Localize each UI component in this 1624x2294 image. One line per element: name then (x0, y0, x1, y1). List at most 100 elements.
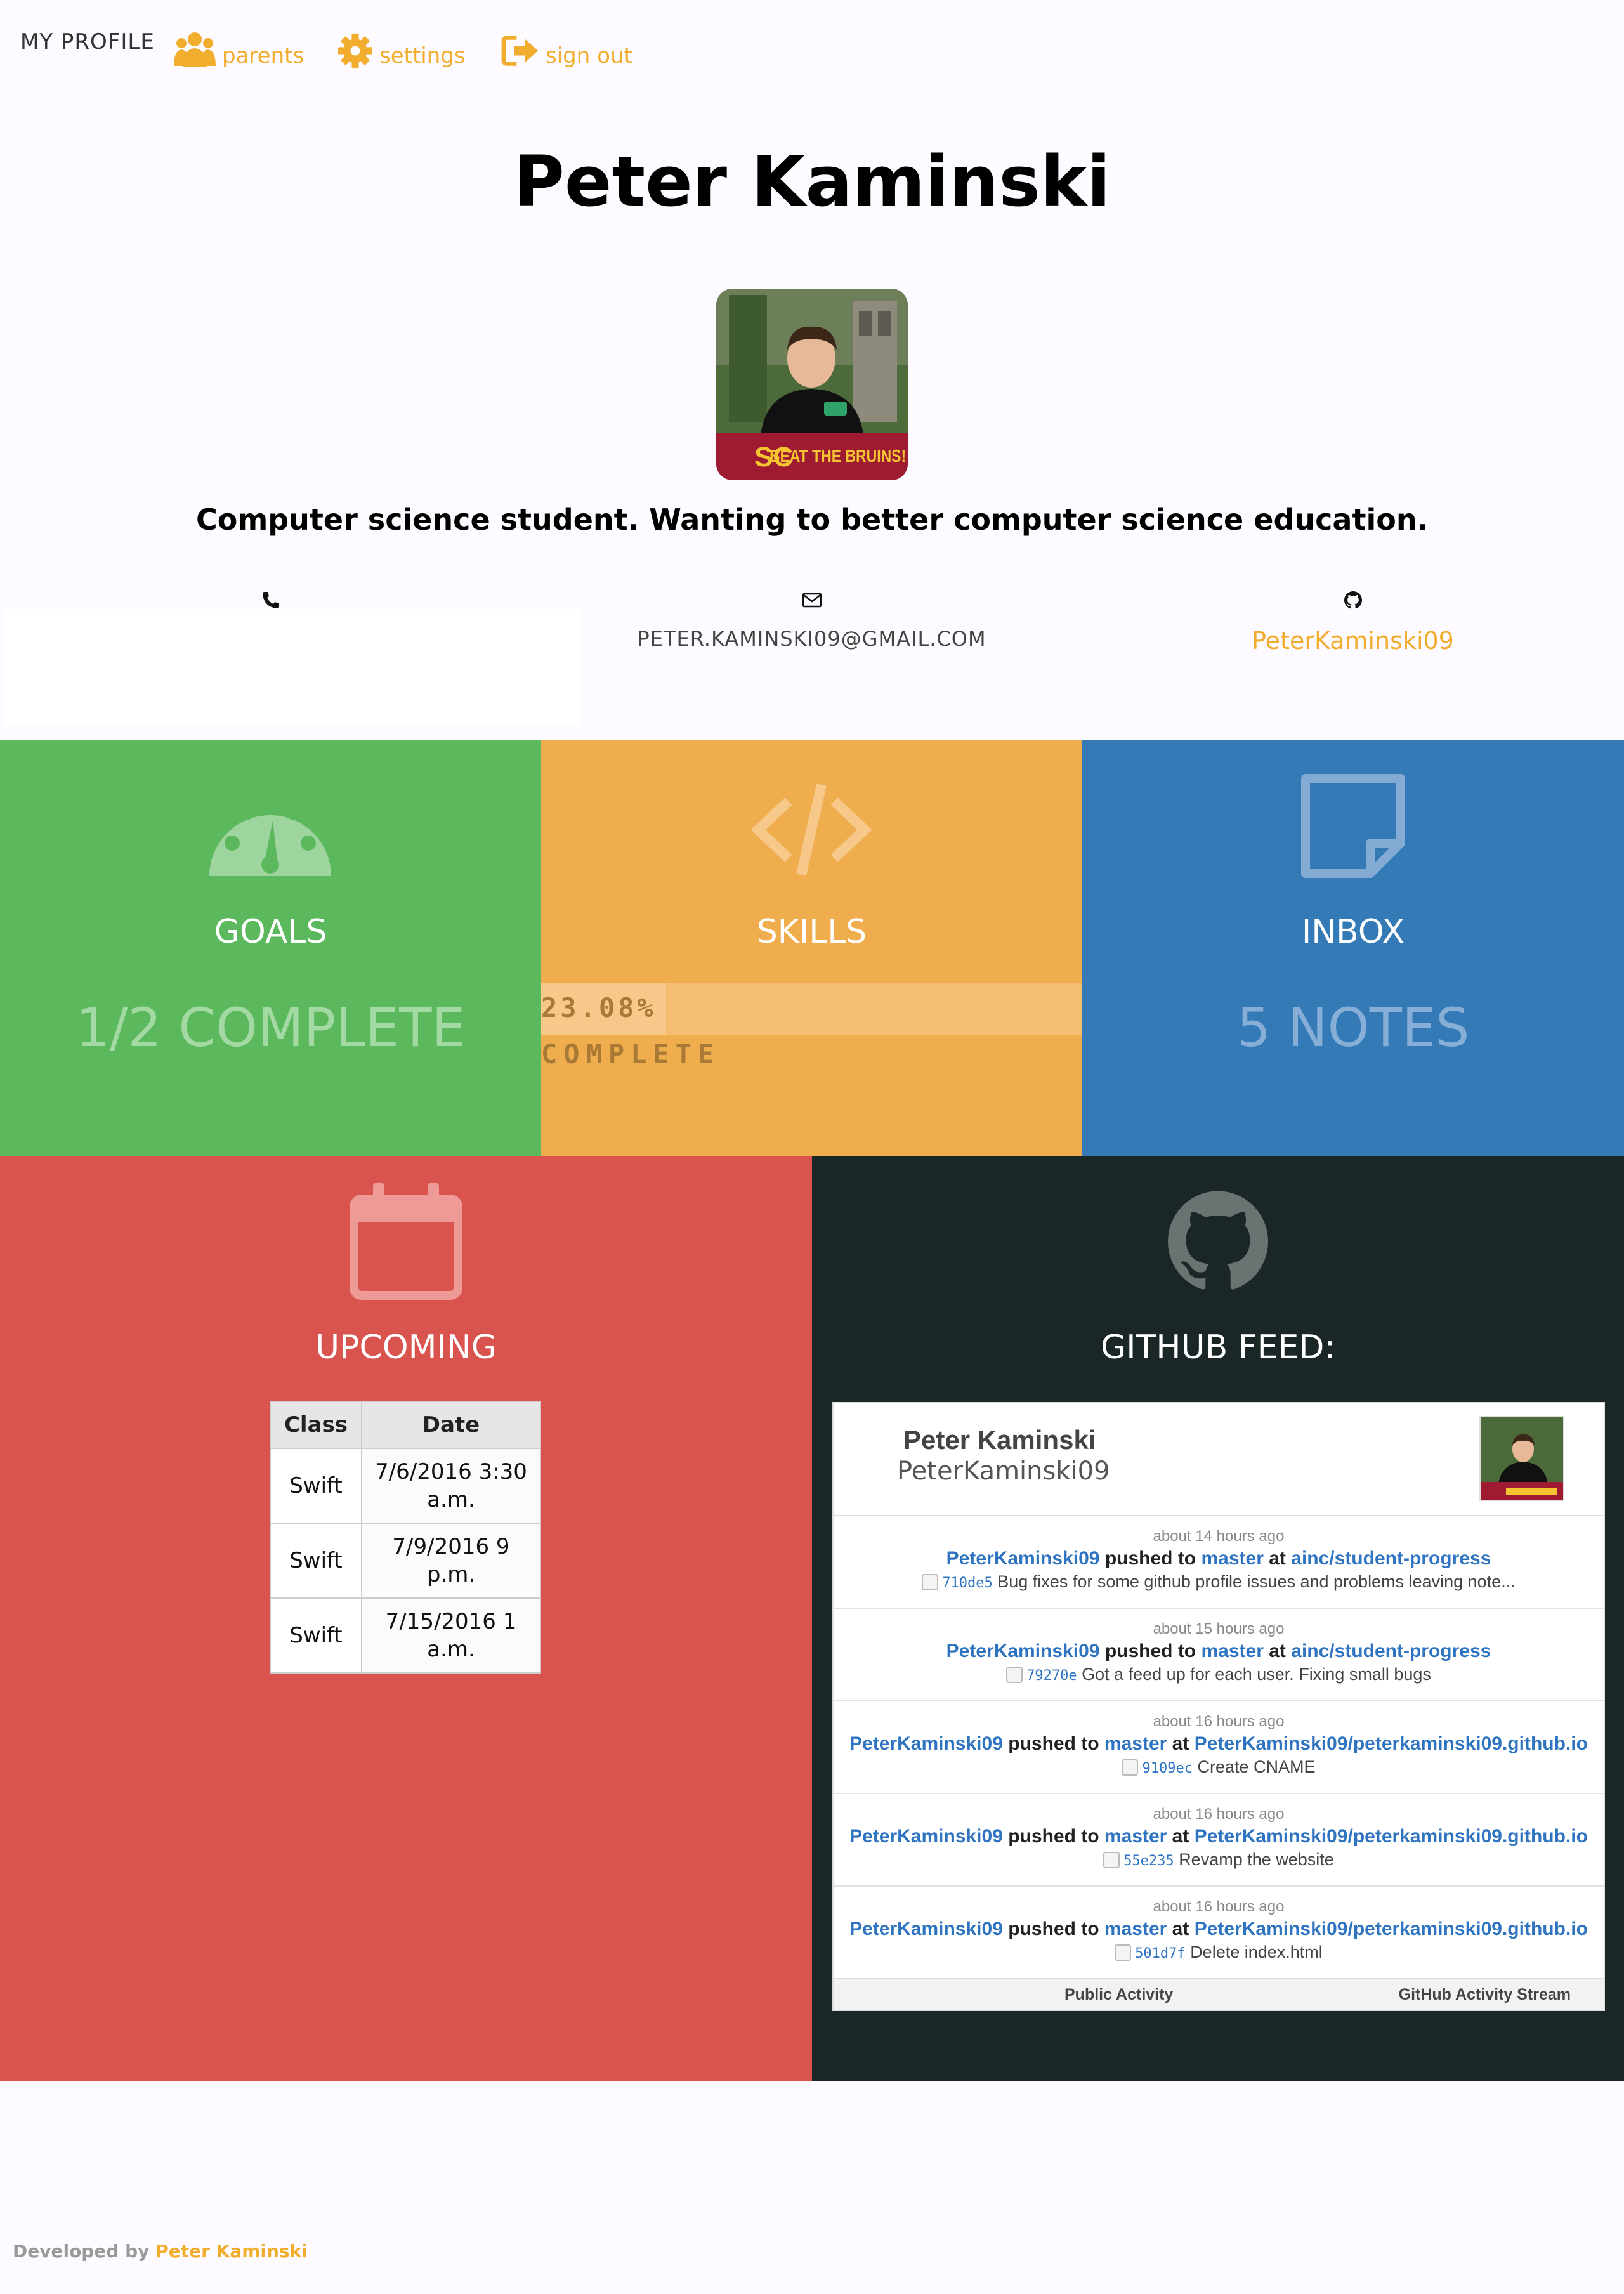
activity-commit: 9109ec Create CNAME (834, 1757, 1604, 1777)
row-class: Swift (270, 1448, 362, 1524)
activity-verb: pushed to (1104, 1641, 1196, 1662)
row-date: 7/6/2016 3:30 a.m. (361, 1448, 541, 1524)
activity-at: at (1172, 1826, 1189, 1847)
activity-user-link[interactable]: PeterKaminski09 (849, 1918, 1003, 1939)
activity-item: about 16 hours ago PeterKaminski09 pushe… (834, 1701, 1604, 1794)
contact-phone (0, 590, 541, 610)
contact-github: PeterKaminski09 (1082, 590, 1623, 655)
public-activity-link[interactable]: Public Activity (1064, 1986, 1173, 2004)
nav-signout-label: sign out (546, 43, 632, 69)
skills-progress-sub: COMPLETE (541, 1039, 721, 1070)
goals-stat: 1/2 COMPLETE (75, 997, 466, 1059)
activity-user-link[interactable]: PeterKaminski09 (946, 1548, 1100, 1569)
commit-sha-link[interactable]: 9109ec (1142, 1760, 1192, 1776)
widget-name[interactable]: Peter Kaminski (903, 1425, 1096, 1455)
phone-icon (262, 592, 279, 608)
activity-commit: 55e235 Revamp the website (834, 1850, 1604, 1870)
widget-footer: Public Activity GitHub Activity Stream (834, 1978, 1604, 2010)
activity-commit: 79270e Got a feed up for each user. Fixi… (834, 1665, 1604, 1684)
calendar-icon (350, 1183, 462, 1300)
commit-message: Bug fixes for some github profile issues… (997, 1572, 1516, 1591)
row-date: 7/15/2016 1 a.m. (361, 1597, 541, 1674)
activity-line: PeterKaminski09 pushed to master at ainc… (834, 1548, 1604, 1570)
github-activity-stream-link[interactable]: GitHub Activity Stream (1399, 1986, 1571, 2004)
sign-out-icon (501, 36, 538, 66)
envelope-icon (802, 593, 822, 608)
commit-avatar-icon (1115, 1944, 1132, 1961)
skills-title: SKILLS (756, 913, 867, 951)
activity-time: about 14 hours ago (1153, 1528, 1285, 1545)
activity-at: at (1269, 1548, 1286, 1569)
commit-message: Revamp the website (1179, 1850, 1334, 1869)
activity-line: PeterKaminski09 pushed to master at Pete… (834, 1733, 1604, 1755)
gear-icon (337, 33, 373, 69)
skills-tile[interactable]: SKILLS 23.08% COMPLETE (541, 740, 1082, 1156)
top-nav: MY PROFILE parents settings sign out (0, 0, 1624, 89)
activity-repo-link[interactable]: PeterKaminski09/peterkaminski09.github.i… (1195, 1826, 1588, 1847)
profile-name: Peter Kaminski (513, 141, 1111, 222)
activity-repo-link[interactable]: PeterKaminski09/peterkaminski09.github.i… (1195, 1918, 1588, 1939)
skills-progress-bar: 23.08% (541, 983, 1082, 1035)
commit-message: Delete index.html (1190, 1943, 1323, 1962)
upcoming-table: Class Date Swift 7/6/2016 3:30 a.m. Swif… (270, 1401, 541, 1674)
sticky-note-icon (1301, 774, 1405, 878)
inbox-tile[interactable]: INBOX 5 NOTES (1082, 740, 1624, 1156)
activity-user-link[interactable]: PeterKaminski09 (946, 1641, 1100, 1662)
nav-parents-label: parents (222, 43, 304, 69)
activity-at: at (1172, 1733, 1189, 1754)
activity-repo-link[interactable]: PeterKaminski09/peterkaminski09.github.i… (1195, 1733, 1588, 1754)
widget-header: Peter Kaminski PeterKaminski09 (834, 1403, 1604, 1516)
email-text[interactable]: PETER.KAMINSKI09@GMAIL.COM (541, 627, 1082, 651)
activity-branch-link[interactable]: master (1201, 1641, 1263, 1662)
code-icon (750, 783, 872, 876)
commit-sha-link[interactable]: 501d7f (1135, 1946, 1185, 1962)
activity-commit: 710de5 Bug fixes for some github profile… (834, 1572, 1604, 1592)
activity-branch-link[interactable]: master (1201, 1548, 1263, 1569)
commit-sha-link[interactable]: 710de5 (942, 1575, 992, 1591)
activity-time: about 15 hours ago (1153, 1620, 1285, 1637)
activity-line: PeterKaminski09 pushed to master at Pete… (834, 1918, 1604, 1940)
github-activity-widget: Peter Kaminski PeterKaminski09 about 14 … (832, 1402, 1605, 2011)
github-username-link[interactable]: PeterKaminski09 (1082, 627, 1623, 655)
activity-verb: pushed to (1008, 1918, 1099, 1939)
activity-repo-link[interactable]: ainc/student-progress (1291, 1641, 1491, 1662)
commit-message: Got a feed up for each user. Fixing smal… (1082, 1665, 1431, 1684)
profile-avatar: SC BEAT THE BRUINS! (716, 289, 908, 480)
github-icon (1168, 1191, 1268, 1290)
phone-field-area (5, 609, 580, 726)
widget-avatar[interactable] (1479, 1416, 1564, 1501)
page-footer: Developed by Peter Kaminski (13, 2241, 308, 2262)
activity-repo-link[interactable]: ainc/student-progress (1291, 1548, 1491, 1569)
github-feed-title: GITHUB FEED: (1101, 1328, 1335, 1367)
inbox-stat: 5 NOTES (1236, 997, 1470, 1059)
github-feed-tile: GITHUB FEED: Peter Kaminski PeterKaminsk… (812, 1156, 1624, 2081)
activity-line: PeterKaminski09 pushed to master at Pete… (834, 1826, 1604, 1847)
table-row: Swift 7/9/2016 9 p.m. (270, 1523, 541, 1599)
table-header-class: Class (270, 1401, 362, 1449)
table-row: Swift 7/6/2016 3:30 a.m. (270, 1448, 541, 1524)
activity-user-link[interactable]: PeterKaminski09 (849, 1733, 1003, 1754)
nav-brand[interactable]: MY PROFILE (20, 29, 155, 55)
upcoming-title: UPCOMING (315, 1328, 497, 1367)
commit-sha-link[interactable]: 55e235 (1123, 1853, 1174, 1869)
activity-user-link[interactable]: PeterKaminski09 (849, 1826, 1003, 1847)
footer-prefix: Developed by (13, 2241, 150, 2262)
widget-username[interactable]: PeterKaminski09 (897, 1457, 1110, 1486)
dashboard-icon (209, 795, 331, 876)
activity-branch-link[interactable]: master (1104, 1733, 1167, 1754)
table-row: Swift 7/15/2016 1 a.m. (270, 1597, 541, 1674)
activity-verb: pushed to (1008, 1733, 1099, 1754)
users-icon (174, 32, 216, 67)
activity-at: at (1269, 1641, 1286, 1662)
nav-settings-link[interactable]: settings (337, 23, 466, 69)
activity-branch-link[interactable]: master (1104, 1918, 1167, 1939)
nav-signout-link[interactable]: sign out (501, 23, 632, 69)
goals-tile[interactable]: GOALS 1/2 COMPLETE (0, 740, 541, 1156)
nav-parents-link[interactable]: parents (174, 23, 304, 69)
footer-author-link[interactable]: Peter Kaminski (155, 2241, 308, 2262)
activity-branch-link[interactable]: master (1104, 1826, 1167, 1847)
activity-commit: 501d7f Delete index.html (834, 1943, 1604, 1962)
table-header-date: Date (361, 1401, 541, 1449)
commit-sha-link[interactable]: 79270e (1026, 1668, 1077, 1684)
nav-settings-label: settings (379, 43, 466, 69)
